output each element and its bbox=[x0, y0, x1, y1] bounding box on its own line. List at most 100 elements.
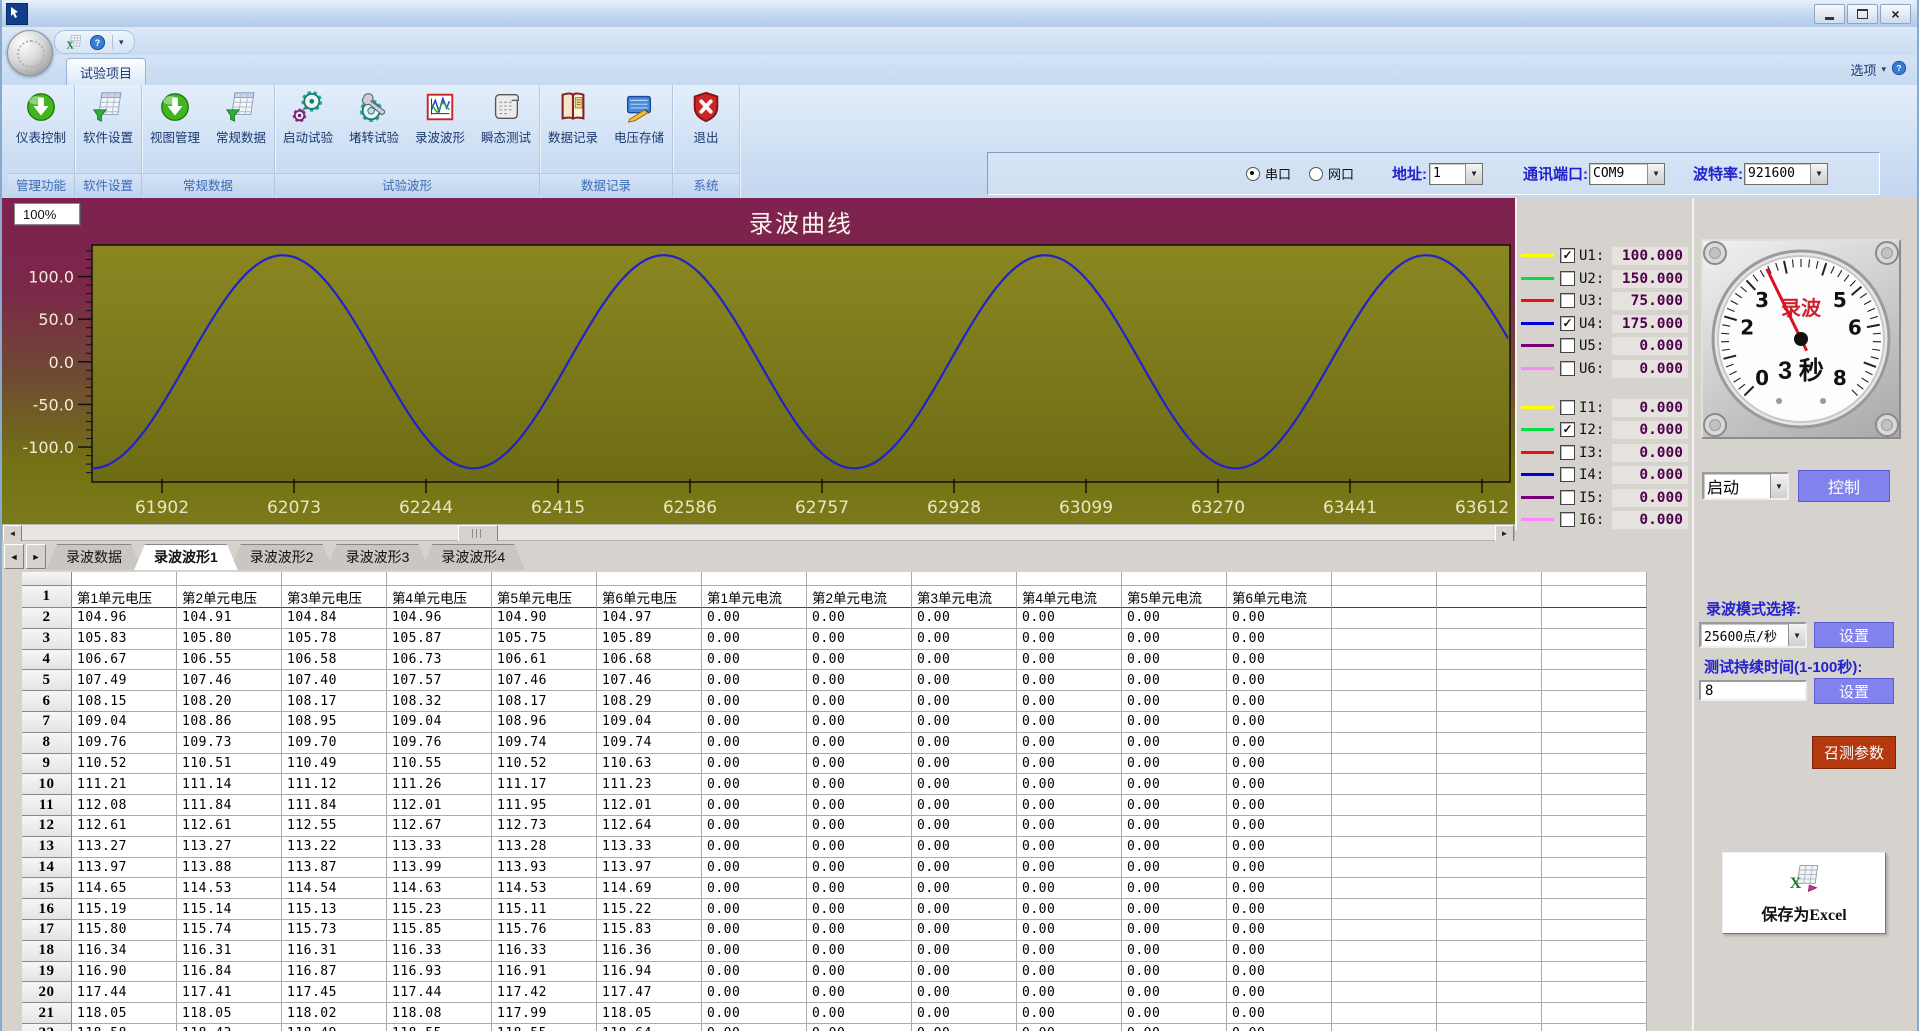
grid-cell[interactable]: 0.00 bbox=[702, 816, 807, 837]
grid-cell[interactable] bbox=[1437, 941, 1542, 962]
grid-cell[interactable] bbox=[1332, 837, 1437, 858]
chevron-down-icon[interactable]: ▼ bbox=[1770, 474, 1787, 498]
ribbon-button-录波波形[interactable]: 录波波形 bbox=[407, 90, 473, 146]
grid-cell[interactable]: 116.33 bbox=[492, 941, 597, 962]
grid-cell[interactable]: 0.00 bbox=[1227, 712, 1332, 733]
channel-checkbox[interactable]: ✓ bbox=[1560, 422, 1575, 437]
grid-cell[interactable]: 115.76 bbox=[492, 920, 597, 941]
channel-checkbox[interactable] bbox=[1560, 445, 1575, 460]
start-mode-combo[interactable]: 启动▼ bbox=[1702, 472, 1789, 498]
grid-cell[interactable]: 0.00 bbox=[1227, 733, 1332, 754]
grid-cell[interactable]: 117.42 bbox=[492, 982, 597, 1003]
grid-cell[interactable] bbox=[912, 572, 1017, 586]
scroll-left-icon[interactable]: ◄ bbox=[3, 525, 22, 542]
grid-cell[interactable]: 0.00 bbox=[1227, 629, 1332, 650]
grid-row-number[interactable]: 20 bbox=[22, 982, 72, 1003]
grid-cell[interactable]: 0.00 bbox=[912, 941, 1017, 962]
sheet-tab-录波波形2[interactable]: 录波波形2 bbox=[230, 544, 334, 570]
grid-cell[interactable]: 0.00 bbox=[1017, 899, 1122, 920]
grid-cell[interactable]: 110.52 bbox=[72, 754, 177, 775]
grid-cell[interactable]: 0.00 bbox=[1122, 982, 1227, 1003]
grid-cell[interactable]: 0.00 bbox=[1017, 670, 1122, 691]
grid-cell[interactable]: 107.46 bbox=[492, 670, 597, 691]
grid-cell[interactable]: 0.00 bbox=[1017, 982, 1122, 1003]
grid-cell[interactable]: 107.46 bbox=[177, 670, 282, 691]
grid-cell[interactable] bbox=[1437, 670, 1542, 691]
grid-cell[interactable]: 104.90 bbox=[492, 608, 597, 629]
grid-cell[interactable]: 0.00 bbox=[1017, 858, 1122, 879]
grid-cell[interactable]: 0.00 bbox=[702, 691, 807, 712]
ribbon-button-软件设置[interactable]: 软件设置 bbox=[75, 90, 141, 146]
grid-cell[interactable] bbox=[1332, 920, 1437, 941]
grid-cell[interactable]: 118.58 bbox=[72, 1024, 177, 1031]
options-label[interactable]: 选项 bbox=[1850, 60, 1876, 79]
grid-cell[interactable]: 114.53 bbox=[492, 878, 597, 899]
grid-cell[interactable]: 104.97 bbox=[597, 608, 702, 629]
grid-cell[interactable]: 118.08 bbox=[387, 1003, 492, 1024]
grid-corner[interactable] bbox=[22, 572, 72, 586]
grid-cell[interactable] bbox=[1542, 733, 1647, 754]
grid-cell[interactable]: 0.00 bbox=[1227, 899, 1332, 920]
grid-cell[interactable]: 115.83 bbox=[597, 920, 702, 941]
options-caret-icon[interactable]: ▾ bbox=[1881, 64, 1886, 75]
grid-cell[interactable] bbox=[492, 572, 597, 586]
baud-combo[interactable]: 921600▼ bbox=[1744, 163, 1828, 185]
grid-cell[interactable]: 0.00 bbox=[1017, 733, 1122, 754]
grid-cell[interactable]: 0.00 bbox=[1017, 650, 1122, 671]
grid-cell[interactable] bbox=[1542, 816, 1647, 837]
grid-cell[interactable]: 0.00 bbox=[912, 899, 1017, 920]
grid-cell[interactable] bbox=[1437, 1003, 1542, 1024]
grid-cell[interactable]: 0.00 bbox=[807, 941, 912, 962]
grid-cell[interactable]: 118.02 bbox=[282, 1003, 387, 1024]
grid-cell[interactable]: 115.80 bbox=[72, 920, 177, 941]
grid-header-cell[interactable]: 第1单元电压 bbox=[72, 586, 177, 608]
grid-cell[interactable]: 0.00 bbox=[1227, 962, 1332, 983]
grid-row-number[interactable]: 21 bbox=[22, 1003, 72, 1024]
grid-cell[interactable]: 113.88 bbox=[177, 858, 282, 879]
channel-checkbox[interactable] bbox=[1560, 400, 1575, 415]
grid-cell[interactable]: 0.00 bbox=[912, 608, 1017, 629]
grid-cell[interactable]: 111.84 bbox=[177, 795, 282, 816]
grid-cell[interactable]: 108.96 bbox=[492, 712, 597, 733]
grid-cell[interactable]: 0.00 bbox=[1122, 858, 1227, 879]
grid-cell[interactable]: 0.00 bbox=[807, 712, 912, 733]
grid-cell[interactable] bbox=[1437, 816, 1542, 837]
grid-header-cell[interactable]: 第3单元电流 bbox=[912, 586, 1017, 608]
grid-cell[interactable]: 117.44 bbox=[72, 982, 177, 1003]
grid-cell[interactable]: 0.00 bbox=[702, 899, 807, 920]
grid-cell[interactable] bbox=[1542, 982, 1647, 1003]
grid-cell[interactable]: 109.04 bbox=[597, 712, 702, 733]
grid-cell[interactable] bbox=[1332, 572, 1437, 586]
grid-cell[interactable]: 0.00 bbox=[1017, 795, 1122, 816]
grid-cell[interactable]: 0.00 bbox=[912, 920, 1017, 941]
grid-cell[interactable]: 109.76 bbox=[387, 733, 492, 754]
grid-cell[interactable]: 104.96 bbox=[387, 608, 492, 629]
grid-cell[interactable] bbox=[1332, 670, 1437, 691]
grid-cell[interactable] bbox=[1437, 962, 1542, 983]
grid-cell[interactable]: 0.00 bbox=[702, 629, 807, 650]
grid-cell[interactable]: 118.43 bbox=[177, 1024, 282, 1031]
grid-cell[interactable] bbox=[1542, 572, 1647, 586]
sheet-tab-录波波形1[interactable]: 录波波形1 bbox=[134, 544, 238, 570]
grid-cell[interactable]: 114.53 bbox=[177, 878, 282, 899]
grid-cell[interactable]: 113.22 bbox=[282, 837, 387, 858]
grid-cell[interactable] bbox=[1122, 572, 1227, 586]
sheet-tab-录波波形3[interactable]: 录波波形3 bbox=[326, 544, 430, 570]
ribbon-button-启动试验[interactable]: 启动试验 bbox=[275, 90, 341, 146]
grid-row-number[interactable]: 10 bbox=[22, 774, 72, 795]
grid-row-number[interactable]: 8 bbox=[22, 733, 72, 754]
grid-cell[interactable] bbox=[1437, 572, 1542, 586]
grid-cell[interactable]: 106.58 bbox=[282, 650, 387, 671]
port-combo[interactable]: COM9▼ bbox=[1589, 163, 1665, 185]
grid-cell[interactable]: 0.00 bbox=[1122, 899, 1227, 920]
grid-cell[interactable]: 115.13 bbox=[282, 899, 387, 920]
grid-cell[interactable]: 0.00 bbox=[912, 650, 1017, 671]
grid-cell[interactable]: 0.00 bbox=[1122, 754, 1227, 775]
grid-cell[interactable] bbox=[1332, 691, 1437, 712]
grid-cell[interactable]: 0.00 bbox=[702, 608, 807, 629]
grid-cell[interactable]: 0.00 bbox=[807, 1024, 912, 1031]
grid-cell[interactable]: 0.00 bbox=[1122, 712, 1227, 733]
grid-cell[interactable]: 0.00 bbox=[1227, 858, 1332, 879]
grid-cell[interactable]: 110.63 bbox=[597, 754, 702, 775]
grid-cell[interactable]: 0.00 bbox=[807, 650, 912, 671]
